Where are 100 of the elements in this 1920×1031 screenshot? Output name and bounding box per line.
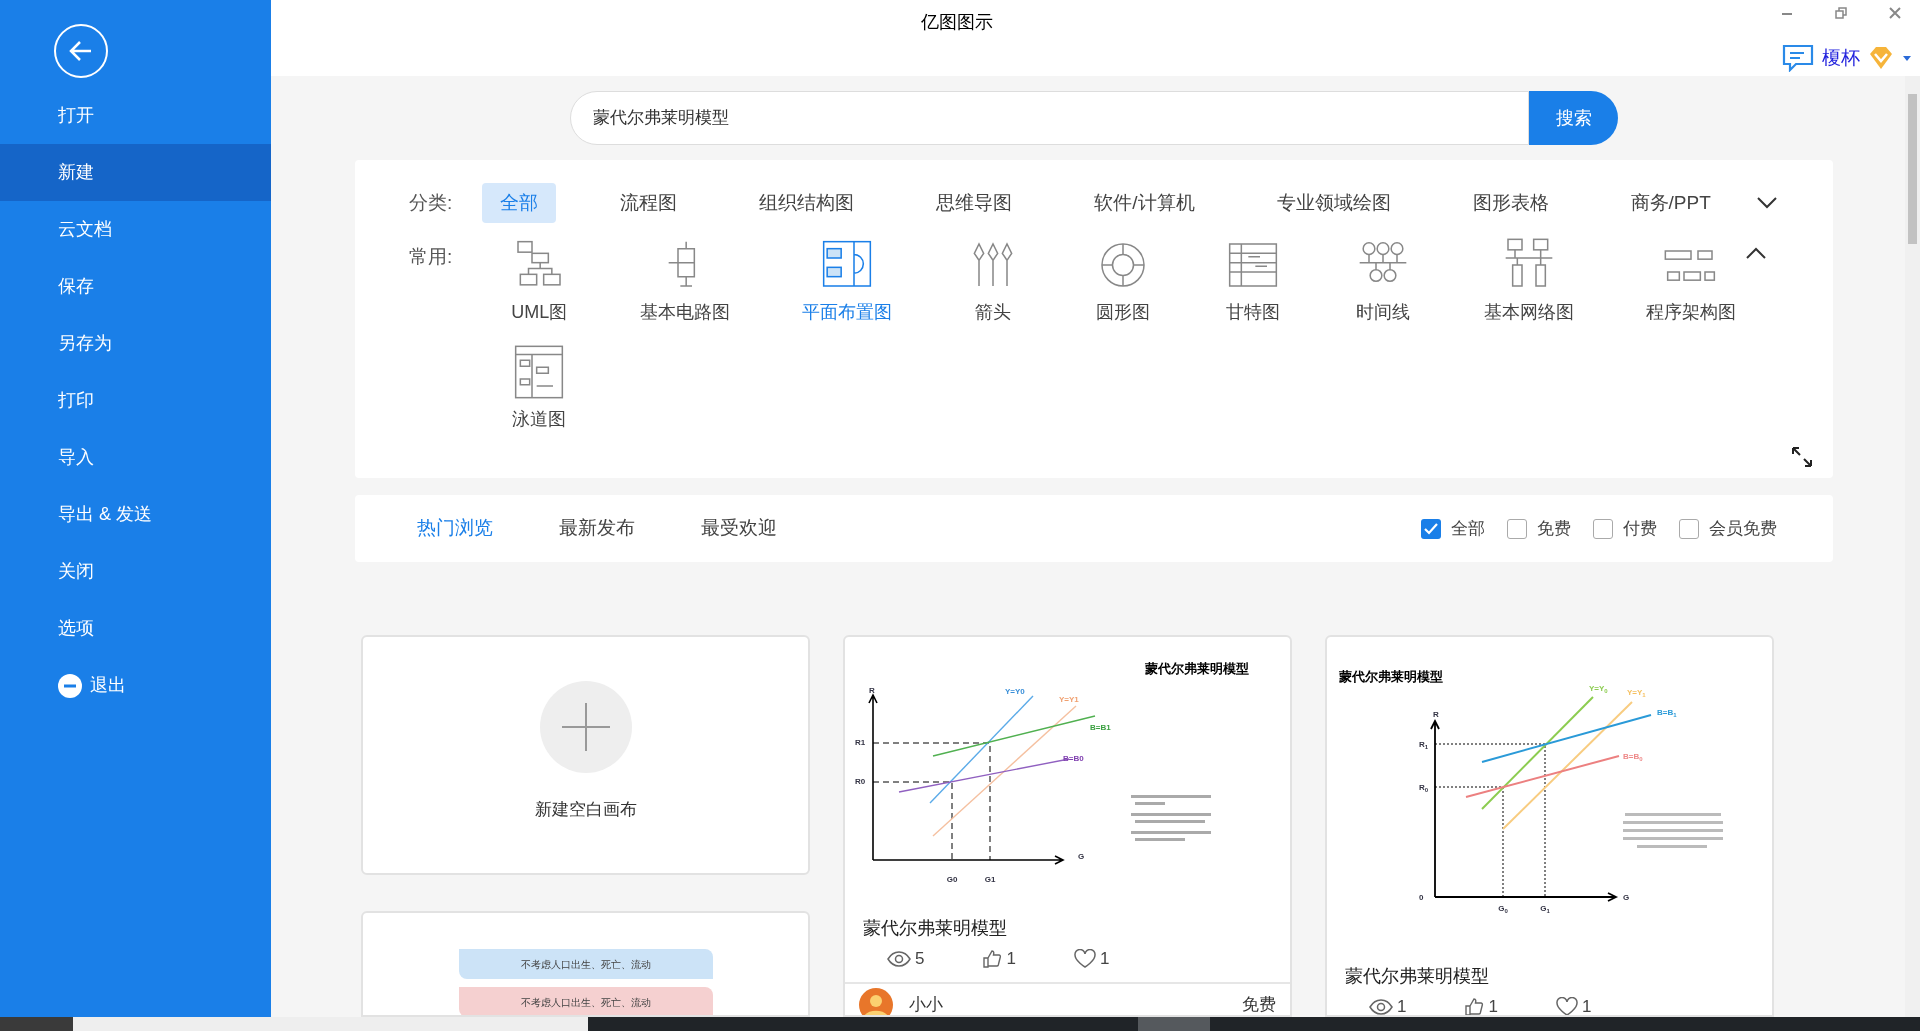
new-canvas-card[interactable]: 新建空白画布 xyxy=(361,635,810,875)
favorite-count: 1 xyxy=(1073,946,1110,972)
diagram-type-item[interactable]: 时间线 xyxy=(1354,237,1413,326)
template-card[interactable]: 蒙代尔弗莱明模型 R R$_{1}$ R$_{0}$ G$_{0}$ G$_{1}$ G Y=Y$_{0}$ Y=Y$_{1}$ B=B$_{1}$ B=B$_{0}$ 0 蒙代尔弗莱明模型 1 1 1 xyxy=(1325,635,1774,1017)
flow-box: 不考虑人口出生、死亡、流动 xyxy=(458,949,713,979)
chart-label: R$_{1}$ xyxy=(1419,740,1429,750)
chart-label: G xyxy=(1078,852,1085,861)
chart-label: R0 xyxy=(855,777,866,786)
category-tab[interactable]: 专业领域绘图 xyxy=(1258,183,1409,223)
common-label: 常用: xyxy=(409,245,453,269)
chart-label: G$_{1}$ xyxy=(1540,904,1550,914)
diagram-type-item[interactable]: 圆形图 xyxy=(1094,237,1153,326)
thumbs-up-icon xyxy=(982,949,1003,969)
search-field[interactable]: 蒙代尔弗莱明模型 xyxy=(570,91,1529,145)
category-tab[interactable]: 组织结构图 xyxy=(741,183,873,223)
diagram-type-item[interactable]: 泳道图 xyxy=(510,344,569,433)
chart-label: G1 xyxy=(984,875,996,884)
filter-label: 付费 xyxy=(1623,517,1657,540)
filter-checkbox[interactable] xyxy=(1507,518,1527,539)
collapse-chevron-icon[interactable] xyxy=(1746,247,1767,259)
chart-label: R1 xyxy=(855,738,866,747)
category-label: 分类: xyxy=(409,190,453,215)
chart-label: G0 xyxy=(946,875,958,884)
category-tab[interactable]: 流程图 xyxy=(602,183,696,223)
sidebar-item[interactable]: 打印 xyxy=(0,372,271,429)
chart-label: Y=Y$_{0}$ xyxy=(1589,684,1608,694)
sidebar-item[interactable]: 打开 xyxy=(0,87,271,144)
plus-icon xyxy=(539,681,632,773)
template-title: 蒙代尔弗莱明模型 xyxy=(1344,965,1490,988)
sidebar-item[interactable]: 新建 xyxy=(0,144,271,201)
chart-label: B=B0 xyxy=(1063,754,1084,763)
chart-label: B=B$_{0}$ xyxy=(1623,752,1643,762)
restore-icon[interactable] xyxy=(1834,6,1848,20)
category-tab[interactable]: 软件/计算机 xyxy=(1076,183,1213,223)
thumbnail-title: 蒙代尔弗莱明模型 xyxy=(1145,660,1249,678)
filter-label: 全部 xyxy=(1451,517,1485,540)
heart-icon xyxy=(1073,949,1096,969)
filter-checkbox[interactable] xyxy=(1421,518,1441,539)
window-title: 亿图图示 xyxy=(921,11,993,34)
dropdown-caret-icon[interactable] xyxy=(1902,54,1912,63)
back-button[interactable] xyxy=(54,24,108,78)
diagram-type-item[interactable]: 基本电路图 xyxy=(640,237,731,326)
checkmark-icon xyxy=(1424,522,1438,535)
view-count: 1 xyxy=(1369,994,1407,1015)
sidebar-item[interactable]: 关闭 xyxy=(0,543,271,600)
scrollbar[interactable] xyxy=(1905,76,1920,1017)
sidebar-item[interactable]: 导入 xyxy=(0,429,271,486)
chart-label: Y=Y$_{1}$ xyxy=(1627,688,1646,698)
category-tab[interactable]: 思维导图 xyxy=(918,183,1031,223)
chart-label: R xyxy=(869,686,875,695)
chart-label: G$_{0}$ xyxy=(1498,904,1508,914)
chart-label: Y=Y1 xyxy=(1059,695,1079,704)
expand-chevron-icon[interactable] xyxy=(1756,197,1777,209)
diagram-type-item[interactable]: 箭头 xyxy=(964,237,1023,326)
search-button[interactable]: 搜索 xyxy=(1529,91,1618,145)
message-icon[interactable] xyxy=(1782,44,1814,73)
sort-tab[interactable]: 最受欢迎 xyxy=(701,514,777,543)
sidebar-item[interactable]: 导出 & 发送 xyxy=(0,486,271,543)
chart-label: R xyxy=(1433,710,1439,719)
like-count: 1 xyxy=(1464,994,1498,1015)
minus-circle-icon xyxy=(58,673,82,698)
diagram-type-item[interactable]: 平面布置图 xyxy=(802,237,893,326)
flow-box: 不考虑人口出生、死亡、流动 xyxy=(458,987,713,1015)
sidebar-item[interactable]: 退出 xyxy=(0,657,271,714)
template-title: 蒙代尔弗莱明模型 xyxy=(862,917,1008,940)
diagram-type-item[interactable]: 甘特图 xyxy=(1224,237,1283,326)
category-tab[interactable]: 商务/PPT xyxy=(1612,183,1729,223)
back-arrow-icon xyxy=(69,40,93,62)
diagram-type-item[interactable]: 程序架构图 xyxy=(1646,237,1737,326)
sort-tab[interactable]: 最新发布 xyxy=(559,514,635,543)
filter-label: 免费 xyxy=(1537,517,1571,540)
price-label: 免费 xyxy=(1242,994,1276,1015)
thumbnail-title: 蒙代尔弗莱明模型 xyxy=(1339,668,1443,686)
fullscreen-icon[interactable] xyxy=(1791,446,1813,468)
thumbs-up-icon xyxy=(1464,997,1485,1015)
sidebar-item[interactable]: 选项 xyxy=(0,600,271,657)
filter-checkbox[interactable] xyxy=(1593,518,1613,539)
template-card[interactable]: 不考虑人口出生、死亡、流动 不考虑人口出生、死亡、流动 xyxy=(361,911,810,1017)
user-name[interactable]: 榎杯 xyxy=(1822,44,1860,73)
heart-icon xyxy=(1555,997,1578,1015)
favorite-count: 1 xyxy=(1555,994,1592,1015)
sidebar-item[interactable]: 云文档 xyxy=(0,201,271,258)
card-label: 新建空白画布 xyxy=(534,799,637,821)
sidebar-item[interactable]: 另存为 xyxy=(0,315,271,372)
diagram-type-item[interactable]: 基本网络图 xyxy=(1484,237,1575,326)
category-tab[interactable]: 图形表格 xyxy=(1454,183,1567,223)
chart-label: G xyxy=(1623,893,1630,902)
diagram-type-item[interactable]: UML图 xyxy=(510,237,569,326)
close-icon[interactable] xyxy=(1888,6,1902,20)
sort-tab[interactable]: 热门浏览 xyxy=(417,514,493,543)
chart-label: R$_{0}$ xyxy=(1419,783,1429,793)
eye-icon xyxy=(1369,999,1393,1015)
template-card[interactable]: 蒙代尔弗莱明模型 R R1 R0 G0 G1 G Y=Y0 Y=Y1 B=B1 B=B0 蒙代尔弗莱明模型 5 1 1 小小 免费 xyxy=(843,635,1292,1017)
view-count: 5 xyxy=(887,946,925,972)
chart-label: 0 xyxy=(1419,893,1424,902)
chart-label: B=B$_{1}$ xyxy=(1657,708,1677,718)
like-count: 1 xyxy=(982,946,1016,972)
sidebar-item[interactable]: 保存 xyxy=(0,258,271,315)
chart-label: B=B1 xyxy=(1090,723,1111,732)
filter-checkbox[interactable] xyxy=(1679,518,1699,539)
